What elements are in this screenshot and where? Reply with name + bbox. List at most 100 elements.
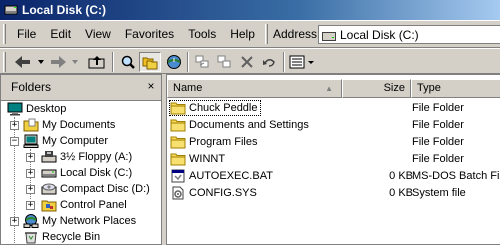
folders-pane: Folders × Desktop + My Documents − My Co…: [0, 74, 162, 245]
column-size-label: Size: [383, 82, 405, 94]
file-type: File Folder: [412, 152, 464, 165]
forward-button[interactable]: [48, 52, 82, 72]
folders-pane-header: Folders ×: [1, 75, 161, 101]
menu-help[interactable]: Help: [223, 27, 262, 41]
expand-network-places[interactable]: +: [10, 217, 19, 226]
folder-icon: [170, 135, 186, 149]
recycle-bin-icon: [23, 230, 39, 244]
menu-favorites[interactable]: Favorites: [118, 27, 181, 41]
column-name-label: Name: [173, 82, 203, 94]
views-button[interactable]: [288, 52, 318, 72]
expand-my-documents[interactable]: +: [10, 121, 19, 130]
expand-compact-disc[interactable]: +: [26, 185, 35, 194]
file-name: Program Files: [189, 135, 258, 148]
menu-file[interactable]: File: [10, 27, 43, 41]
menu-tools[interactable]: Tools: [181, 27, 223, 41]
menu-bar-row: File Edit View Favorites Tools Help Addr…: [0, 20, 500, 48]
address-drive-icon: [322, 30, 336, 41]
folders-button[interactable]: [139, 52, 161, 72]
toolbar-separator: [112, 52, 114, 72]
file-row[interactable]: CONFIG.SYS 0 KB System file: [169, 184, 466, 201]
history-button[interactable]: [163, 52, 184, 72]
column-type-label: Type: [417, 82, 441, 94]
tree-item-control-panel[interactable]: Control Panel: [41, 197, 127, 213]
file-name: WINNT: [189, 152, 226, 165]
forward-arrow-icon: [51, 56, 78, 68]
column-header-type[interactable]: Type: [411, 79, 500, 98]
file-type: MS-DOS Batch File: [412, 169, 500, 182]
copy-to-icon: [217, 55, 230, 68]
toolbar-separator: [283, 52, 285, 72]
undo-button[interactable]: [258, 52, 279, 72]
tree-item-my-documents[interactable]: My Documents: [23, 117, 115, 133]
back-arrow-icon: [15, 56, 44, 68]
desktop-icon: [7, 102, 23, 116]
toolbar-grip[interactable]: [3, 52, 6, 72]
sort-ascending-icon: ▲: [325, 84, 333, 93]
delete-button[interactable]: [236, 52, 257, 72]
move-to-button[interactable]: [191, 52, 212, 72]
collapse-my-computer[interactable]: −: [10, 137, 19, 146]
expand-control-panel[interactable]: +: [26, 201, 35, 210]
tree-item-label: 3½ Floppy (A:): [60, 151, 133, 163]
file-name: Documents and Settings: [189, 118, 309, 131]
file-name: Chuck Peddle: [189, 101, 258, 114]
tree-item-label: My Computer: [42, 135, 109, 147]
window-title: Local Disk (C:): [22, 3, 107, 17]
file-row[interactable]: Program Files File Folder: [169, 133, 464, 150]
batch-file-icon: [170, 169, 186, 183]
title-bar[interactable]: Local Disk (C:): [0, 0, 500, 20]
copy-to-button[interactable]: [213, 52, 234, 72]
file-type: File Folder: [412, 118, 464, 131]
menu-view[interactable]: View: [78, 27, 118, 41]
explorer-main: Folders × Desktop + My Documents − My Co…: [0, 74, 500, 245]
tree-item-label: Recycle Bin: [42, 231, 101, 243]
tree-item-local-disk[interactable]: Local Disk (C:): [41, 165, 132, 181]
address-field[interactable]: Local Disk (C:): [318, 25, 500, 44]
search-button[interactable]: [117, 52, 138, 72]
file-row[interactable]: Chuck Peddle File Folder: [169, 99, 464, 116]
close-pane-icon[interactable]: ×: [144, 80, 158, 93]
control-panel-icon: [41, 198, 57, 212]
menu-bar-grip[interactable]: [3, 24, 6, 44]
file-row[interactable]: WINNT File Folder: [169, 150, 464, 167]
tree-item-my-computer[interactable]: My Computer: [23, 133, 108, 149]
menu-edit[interactable]: Edit: [43, 27, 78, 41]
tree-item-floppy[interactable]: 3½ Floppy (A:): [41, 149, 132, 165]
history-icon: [166, 55, 181, 69]
network-places-icon: [23, 214, 39, 228]
file-type: System file: [412, 186, 466, 199]
folders-icon: [142, 57, 158, 70]
folder-icon: [170, 101, 186, 115]
tree-item-desktop[interactable]: Desktop: [7, 101, 66, 117]
expand-local-disk[interactable]: +: [26, 169, 35, 178]
tree-item-recycle-bin[interactable]: Recycle Bin: [23, 229, 100, 245]
column-header-name[interactable]: Name ▲: [167, 79, 342, 98]
tree-item-label: My Documents: [42, 119, 116, 131]
up-folder-button[interactable]: [86, 52, 108, 72]
cd-drive-icon: [41, 182, 57, 196]
views-icon: [289, 55, 314, 69]
tree-item-label: Compact Disc (D:): [60, 183, 150, 195]
floppy-drive-icon: [41, 150, 57, 164]
up-folder-icon: [88, 56, 105, 69]
file-row[interactable]: Documents and Settings File Folder: [169, 116, 464, 133]
expand-floppy[interactable]: +: [26, 153, 35, 162]
window-drive-icon: [4, 3, 18, 17]
tree-item-label: Desktop: [26, 103, 67, 115]
delete-icon: [240, 56, 253, 68]
file-size: 0 KB: [389, 186, 413, 199]
folder-icon: [170, 152, 186, 166]
file-list: Name ▲ Size Type Chuck Peddle File Folde…: [166, 74, 500, 245]
back-button[interactable]: [12, 52, 46, 72]
file-type: File Folder: [412, 135, 464, 148]
address-bar-grip[interactable]: [265, 24, 268, 44]
tree-item-compact-disc[interactable]: Compact Disc (D:): [41, 181, 150, 197]
folders-pane-title: Folders: [11, 80, 52, 94]
address-value: Local Disk (C:): [340, 27, 419, 42]
move-to-icon: [195, 55, 208, 68]
column-header-size[interactable]: Size: [342, 79, 411, 98]
tree-item-network-places[interactable]: My Network Places: [23, 213, 136, 229]
toolbar-separator: [187, 52, 189, 72]
file-row[interactable]: AUTOEXEC.BAT 0 KB MS-DOS Batch File: [169, 167, 500, 184]
